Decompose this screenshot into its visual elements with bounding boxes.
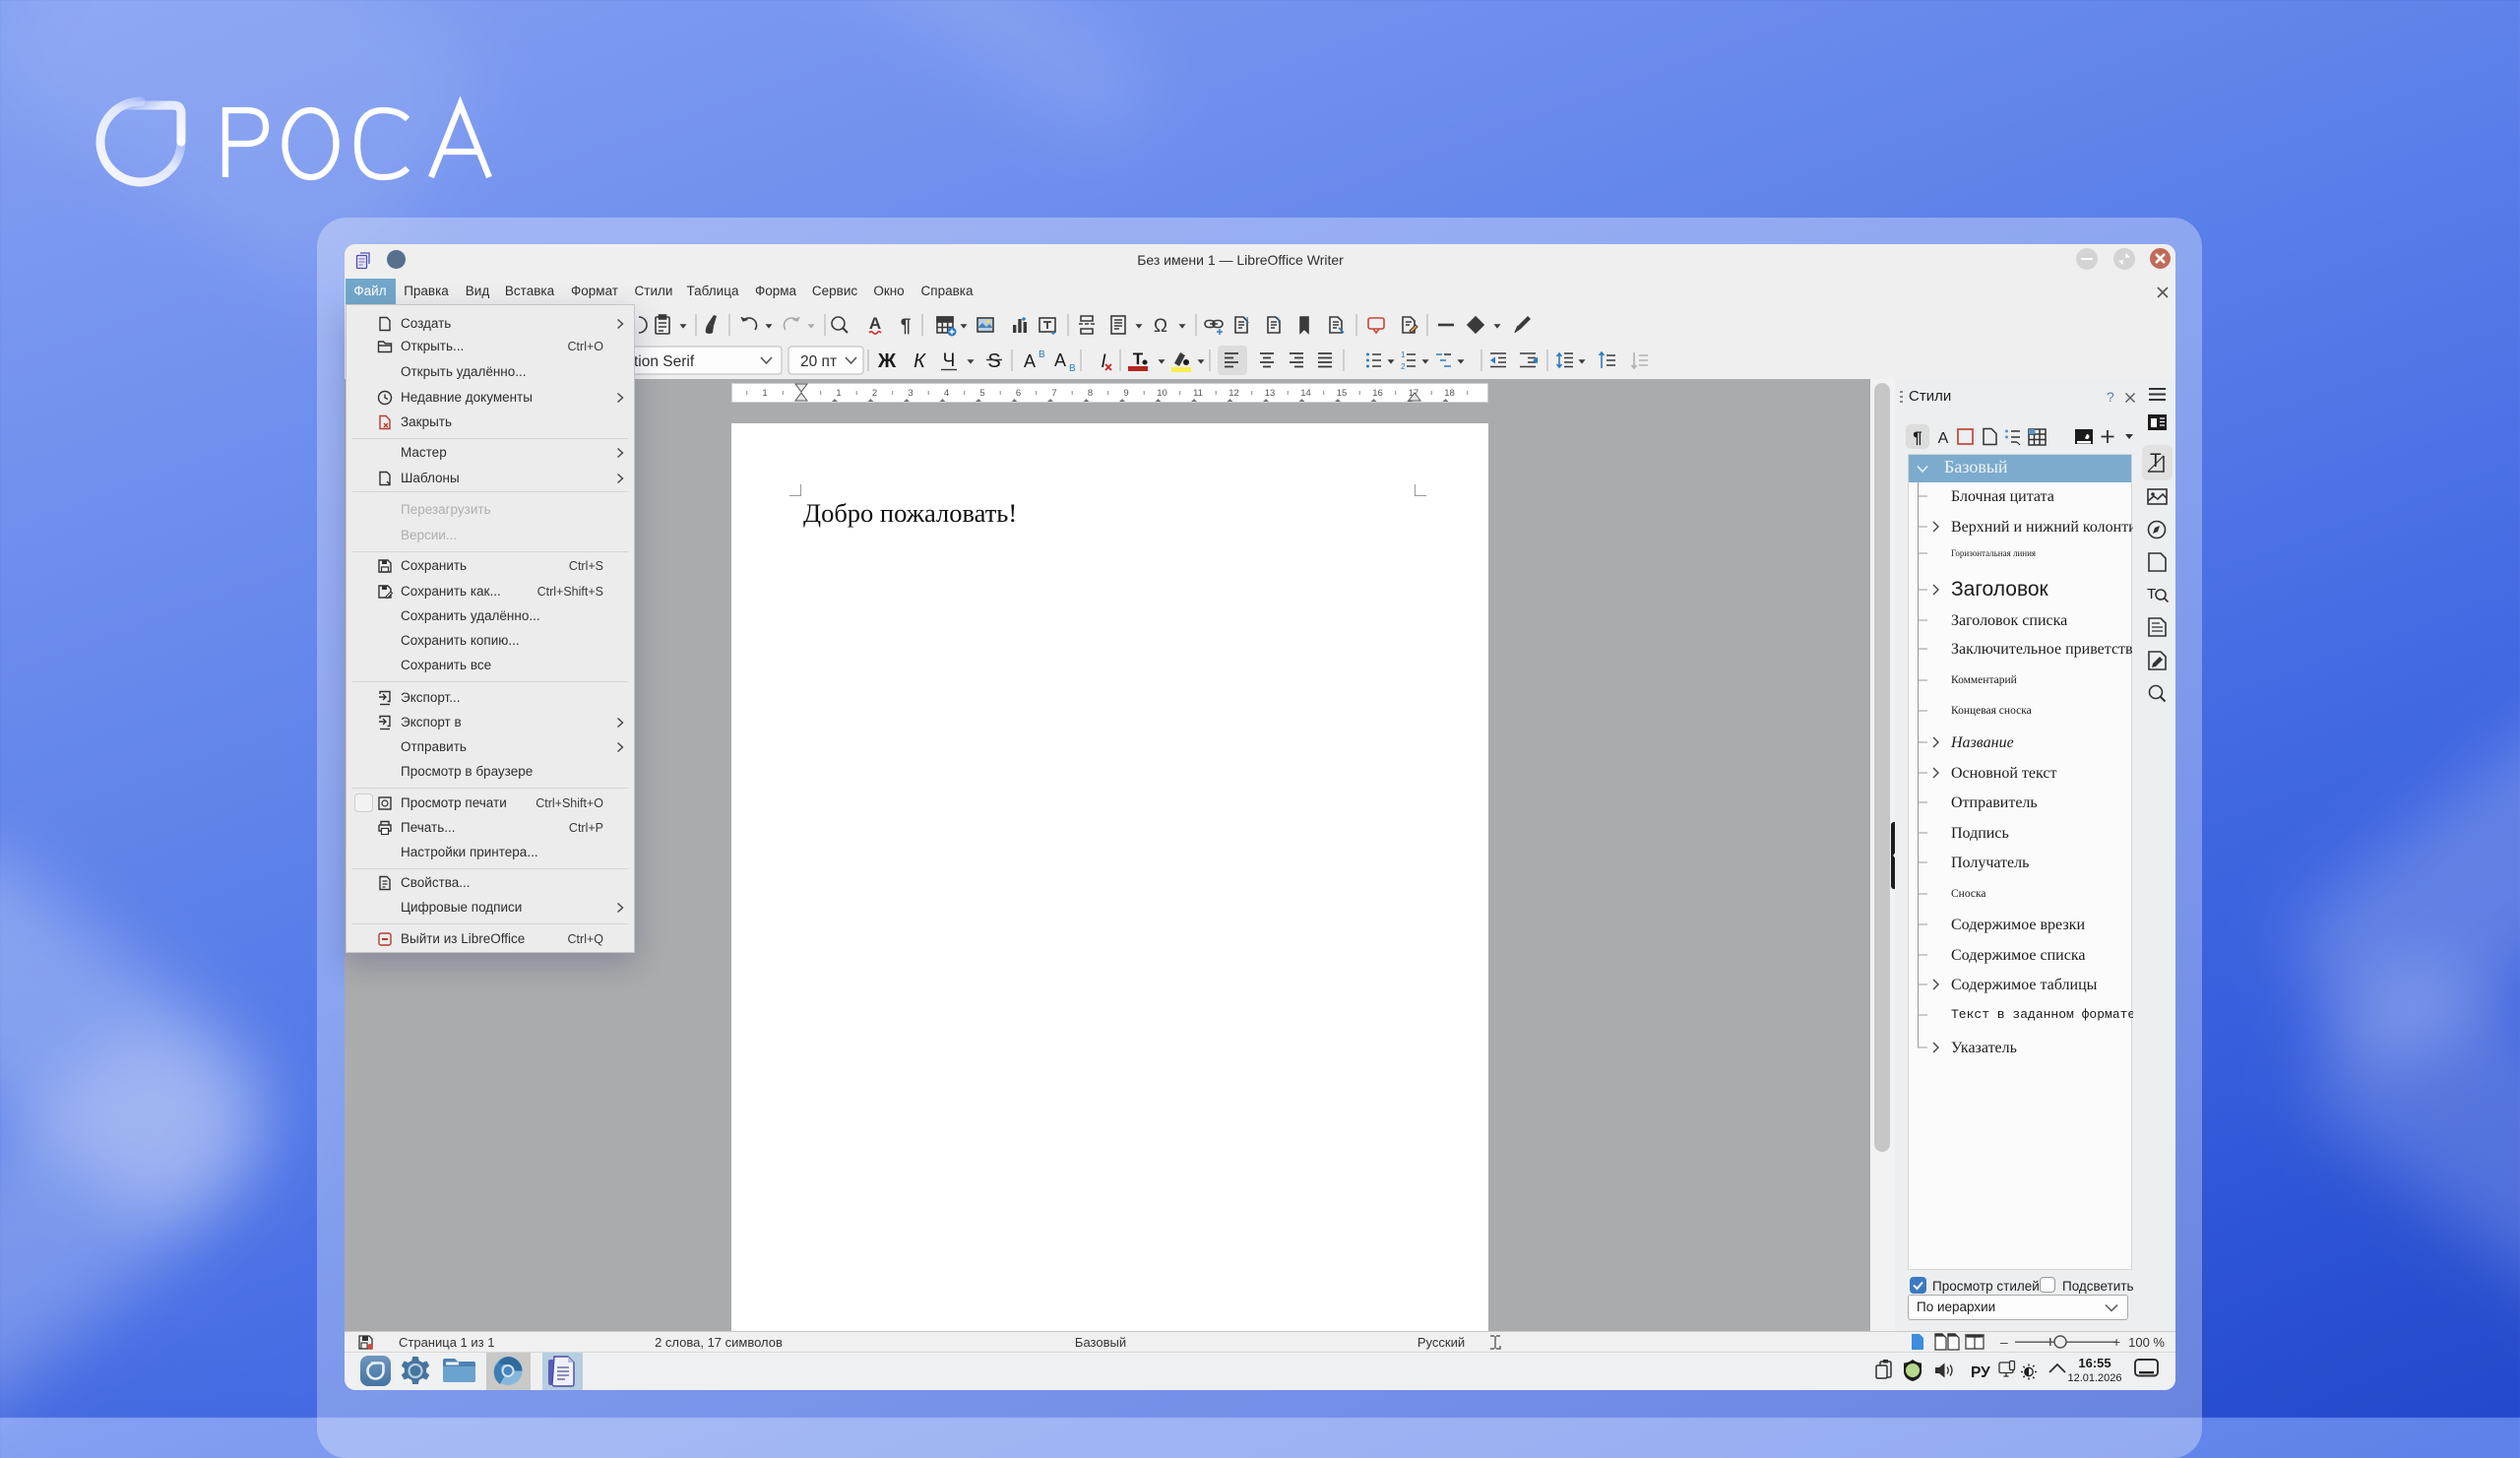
svg-text:Комментарий: Комментарий <box>1951 674 2017 686</box>
svg-text:Подпись: Подпись <box>1951 825 2009 842</box>
svg-text:S: S <box>987 350 1000 372</box>
svg-text:Верхний и нижний колонти: Верхний и нижний колонти <box>1951 519 2133 536</box>
svg-text:4: 4 <box>944 388 949 399</box>
svg-text:tion Serif: tion Serif <box>634 353 695 370</box>
svg-text:2: 2 <box>1401 362 1406 371</box>
svg-text:–: – <box>2000 1334 2008 1350</box>
svg-text:T: T <box>1133 349 1144 368</box>
svg-text:Концевая сноска: Концевая сноска <box>1951 705 2032 717</box>
svg-text:К: К <box>914 350 926 372</box>
svg-text:Сноска: Сноска <box>1951 888 1985 900</box>
svg-text:1: 1 <box>1245 316 1250 325</box>
svg-text:Содержимое врезки: Содержимое врезки <box>1951 917 2085 933</box>
svg-text:15: 15 <box>1337 388 1348 399</box>
svg-text:11: 11 <box>1193 388 1203 399</box>
svg-text:Название: Название <box>1950 734 2014 751</box>
svg-text:B: B <box>1069 363 1076 374</box>
svg-text:A: A <box>1024 351 1036 371</box>
svg-text:A: A <box>869 314 881 333</box>
svg-text:18: 18 <box>1444 388 1455 399</box>
svg-text:16: 16 <box>1372 388 1383 399</box>
svg-text:14: 14 <box>1300 388 1311 399</box>
svg-text:A: A <box>1054 350 1066 370</box>
svg-text:РУ: РУ <box>1971 1364 1990 1381</box>
svg-text:1: 1 <box>836 388 841 399</box>
svg-text:Содержимое таблицы: Содержимое таблицы <box>1951 977 2098 993</box>
svg-text:Текст в заданном формате: Текст в заданном формате <box>1951 1007 2133 1022</box>
svg-text:A: A <box>1938 430 1949 447</box>
svg-text:Заголовок: Заголовок <box>1951 578 2049 601</box>
svg-text:B: B <box>1039 349 1045 360</box>
svg-text:10: 10 <box>1157 388 1167 399</box>
svg-text:Содержимое списка: Содержимое списка <box>1951 947 2085 964</box>
svg-text:13: 13 <box>1265 388 1276 399</box>
svg-text:6: 6 <box>1016 388 1021 399</box>
svg-text:8: 8 <box>1088 388 1093 399</box>
svg-text:Основной текст: Основной текст <box>1951 765 2056 782</box>
svg-text:3: 3 <box>908 388 913 399</box>
svg-text:i: i <box>1278 316 1280 325</box>
svg-text:Ω: Ω <box>1154 316 1167 337</box>
svg-text:5: 5 <box>979 388 984 399</box>
svg-text:Горизонтальная линия: Горизонтальная линия <box>1951 548 2036 558</box>
svg-text:9: 9 <box>1123 388 1128 399</box>
svg-text:T: T <box>2147 586 2156 602</box>
svg-text:Получатель: Получатель <box>1951 855 2029 871</box>
svg-text:1: 1 <box>762 388 767 399</box>
svg-text:Ч: Ч <box>943 350 956 371</box>
svg-text:2: 2 <box>872 388 877 399</box>
svg-text:12: 12 <box>1228 388 1239 399</box>
svg-text:Ж: Ж <box>877 350 897 372</box>
svg-text:¶: ¶ <box>1913 428 1922 447</box>
svg-text:Заголовок списка: Заголовок списка <box>1951 612 2067 629</box>
svg-text:Указатель: Указатель <box>1951 1040 2017 1056</box>
svg-text:Заключительное приветстви: Заключительное приветстви <box>1951 641 2133 658</box>
svg-text:7: 7 <box>1051 388 1056 399</box>
svg-text:¶: ¶ <box>901 316 912 337</box>
svg-text:Блочная цитата: Блочная цитата <box>1951 488 2054 505</box>
svg-text:20 пт: 20 пт <box>800 353 837 370</box>
svg-text:1: 1 <box>1401 350 1406 359</box>
svg-text:Отправитель: Отправитель <box>1951 794 2038 811</box>
